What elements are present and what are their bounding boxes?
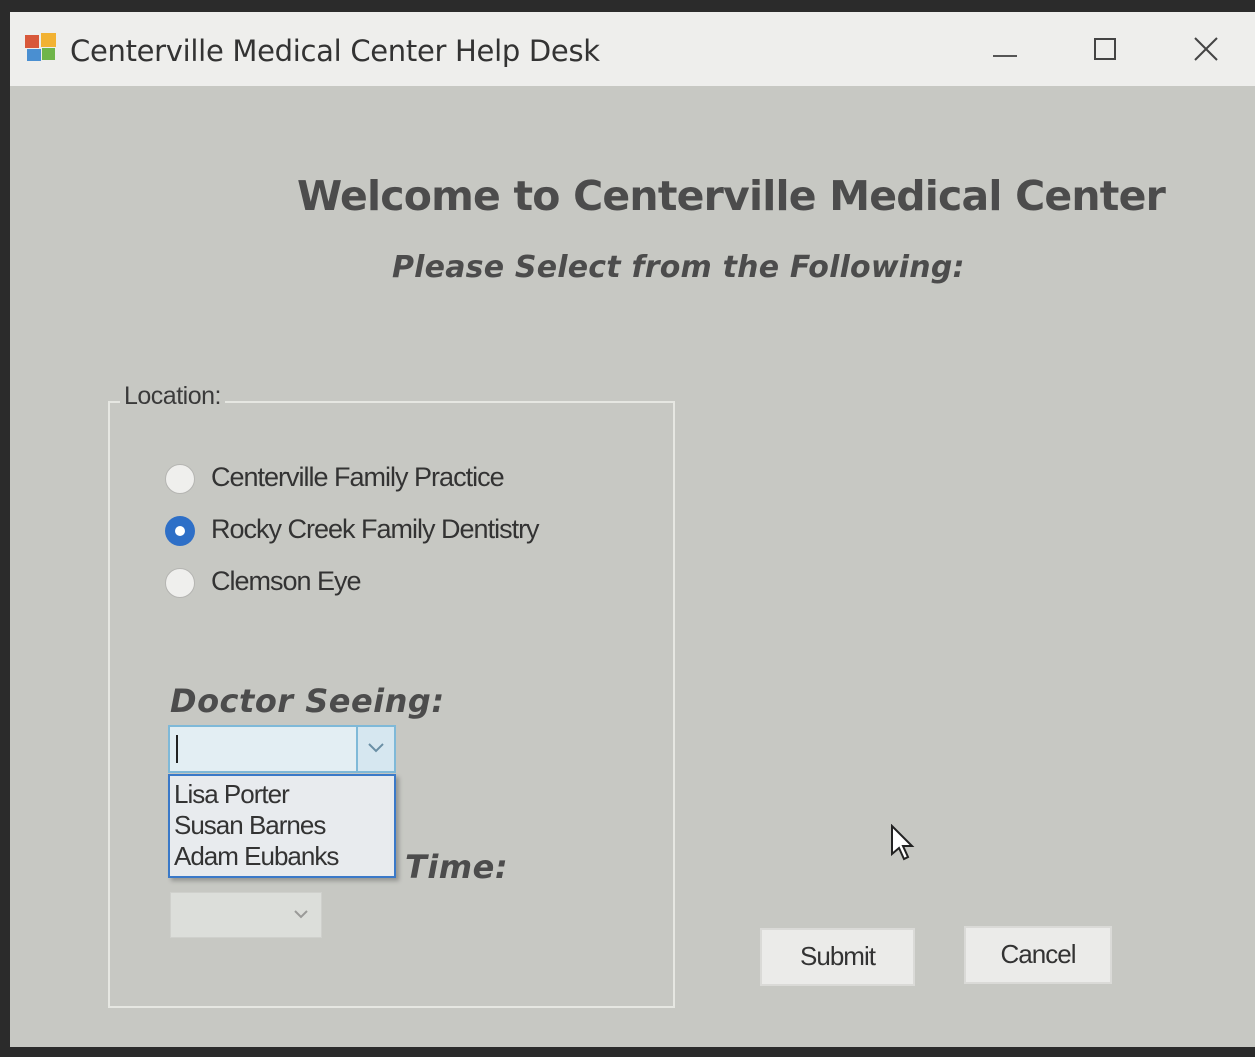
maximize-button[interactable]: [1055, 12, 1155, 86]
maximize-icon: [1094, 38, 1116, 60]
title-bar[interactable]: Centerville Medical Center Help Desk: [10, 12, 1255, 86]
close-button[interactable]: [1155, 12, 1255, 86]
doctor-option-lisa-porter[interactable]: Lisa Porter: [170, 779, 394, 810]
chevron-down-icon: [294, 910, 308, 919]
close-icon: [1194, 37, 1218, 61]
location-legend: Location:: [120, 382, 225, 411]
doctor-seeing-label: Doctor Seeing:: [170, 682, 445, 720]
instruction-subheading: Please Select from the Following:: [392, 250, 965, 285]
submit-button[interactable]: Submit: [760, 928, 915, 986]
radio-label: Centerville Family Practice: [211, 462, 505, 492]
doctor-dropdown-list[interactable]: Lisa Porter Susan Barnes Adam Eubanks: [168, 774, 396, 878]
minimize-icon: [993, 55, 1017, 57]
doctor-select-dropdown-button[interactable]: [356, 727, 394, 771]
radio-checked-icon[interactable]: [165, 516, 195, 546]
radio-unchecked-icon[interactable]: [165, 464, 195, 494]
chevron-down-icon: [368, 743, 384, 753]
welcome-heading: Welcome to Centerville Medical Center: [297, 172, 1166, 220]
radio-unchecked-icon[interactable]: [165, 568, 195, 598]
cancel-button[interactable]: Cancel: [964, 926, 1112, 984]
radio-label: Rocky Creek Family Dentistry: [211, 514, 540, 544]
window-title: Centerville Medical Center Help Desk: [70, 34, 600, 68]
doctor-option-susan-barnes[interactable]: Susan Barnes: [170, 810, 394, 841]
app-window-icon: [25, 33, 56, 61]
minimize-button[interactable]: [955, 12, 1055, 86]
appointment-time-select[interactable]: [170, 892, 322, 938]
radio-label: Clemson Eye: [211, 566, 362, 596]
doctor-select[interactable]: [168, 725, 396, 773]
app-window: Centerville Medical Center Help Desk Wel…: [10, 12, 1255, 1047]
mouse-pointer-icon: [891, 824, 915, 861]
doctor-option-adam-eubanks[interactable]: Adam Eubanks: [170, 841, 394, 872]
text-caret: [176, 735, 178, 763]
